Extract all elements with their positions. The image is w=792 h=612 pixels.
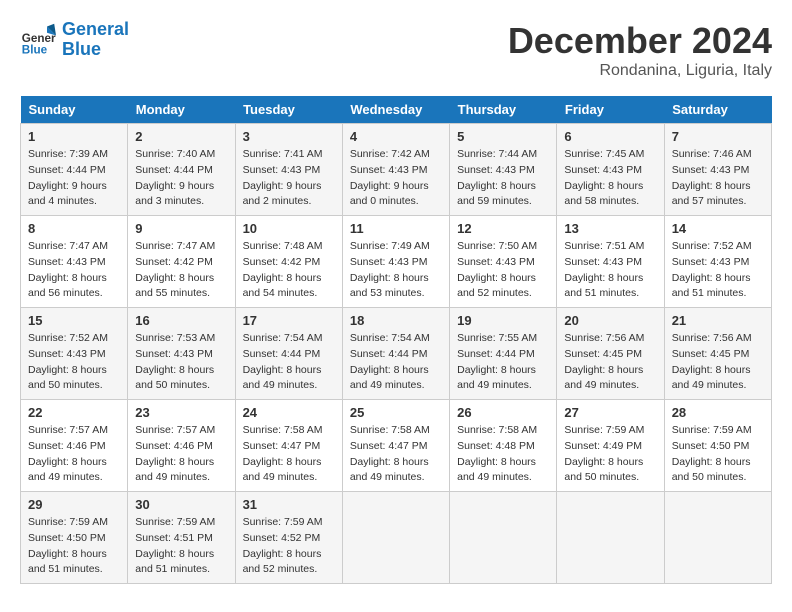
empty-cell <box>342 492 449 584</box>
calendar-day-2: 2 Sunrise: 7:40 AMSunset: 4:44 PMDayligh… <box>128 124 235 216</box>
calendar-day-16: 16 Sunrise: 7:53 AMSunset: 4:43 PMDaylig… <box>128 308 235 400</box>
calendar-day-22: 22 Sunrise: 7:57 AMSunset: 4:46 PMDaylig… <box>21 400 128 492</box>
col-thursday: Thursday <box>450 96 557 124</box>
col-tuesday: Tuesday <box>235 96 342 124</box>
calendar-week-3: 15 Sunrise: 7:52 AMSunset: 4:43 PMDaylig… <box>21 308 772 400</box>
calendar-day-3: 3 Sunrise: 7:41 AMSunset: 4:43 PMDayligh… <box>235 124 342 216</box>
calendar-day-28: 28 Sunrise: 7:59 AMSunset: 4:50 PMDaylig… <box>664 400 771 492</box>
calendar-day-20: 20 Sunrise: 7:56 AMSunset: 4:45 PMDaylig… <box>557 308 664 400</box>
calendar-week-5: 29 Sunrise: 7:59 AMSunset: 4:50 PMDaylig… <box>21 492 772 584</box>
calendar-day-29: 29 Sunrise: 7:59 AMSunset: 4:50 PMDaylig… <box>21 492 128 584</box>
calendar-day-10: 10 Sunrise: 7:48 AMSunset: 4:42 PMDaylig… <box>235 216 342 308</box>
calendar-day-4: 4 Sunrise: 7:42 AMSunset: 4:43 PMDayligh… <box>342 124 449 216</box>
calendar-day-21: 21 Sunrise: 7:56 AMSunset: 4:45 PMDaylig… <box>664 308 771 400</box>
calendar-day-24: 24 Sunrise: 7:58 AMSunset: 4:47 PMDaylig… <box>235 400 342 492</box>
location-title: Rondanina, Liguria, Italy <box>508 62 772 80</box>
calendar-day-26: 26 Sunrise: 7:58 AMSunset: 4:48 PMDaylig… <box>450 400 557 492</box>
calendar-day-5: 5 Sunrise: 7:44 AMSunset: 4:43 PMDayligh… <box>450 124 557 216</box>
calendar-day-31: 31 Sunrise: 7:59 AMSunset: 4:52 PMDaylig… <box>235 492 342 584</box>
col-saturday: Saturday <box>664 96 771 124</box>
calendar-day-7: 7 Sunrise: 7:46 AMSunset: 4:43 PMDayligh… <box>664 124 771 216</box>
col-sunday: Sunday <box>21 96 128 124</box>
calendar-day-12: 12 Sunrise: 7:50 AMSunset: 4:43 PMDaylig… <box>450 216 557 308</box>
calendar-day-23: 23 Sunrise: 7:57 AMSunset: 4:46 PMDaylig… <box>128 400 235 492</box>
calendar-day-30: 30 Sunrise: 7:59 AMSunset: 4:51 PMDaylig… <box>128 492 235 584</box>
calendar-day-25: 25 Sunrise: 7:58 AMSunset: 4:47 PMDaylig… <box>342 400 449 492</box>
calendar-week-1: 1 Sunrise: 7:39 AMSunset: 4:44 PMDayligh… <box>21 124 772 216</box>
header-row: Sunday Monday Tuesday Wednesday Thursday… <box>21 96 772 124</box>
calendar-day-11: 11 Sunrise: 7:49 AMSunset: 4:43 PMDaylig… <box>342 216 449 308</box>
calendar-day-18: 18 Sunrise: 7:54 AMSunset: 4:44 PMDaylig… <box>342 308 449 400</box>
col-wednesday: Wednesday <box>342 96 449 124</box>
logo-icon: General Blue <box>20 22 56 58</box>
header: General Blue GeneralBlue December 2024 R… <box>20 20 772 80</box>
calendar-day-15: 15 Sunrise: 7:52 AMSunset: 4:43 PMDaylig… <box>21 308 128 400</box>
calendar-week-4: 22 Sunrise: 7:57 AMSunset: 4:46 PMDaylig… <box>21 400 772 492</box>
month-title: December 2024 <box>508 20 772 62</box>
calendar-week-2: 8 Sunrise: 7:47 AMSunset: 4:43 PMDayligh… <box>21 216 772 308</box>
empty-cell <box>557 492 664 584</box>
logo-text: GeneralBlue <box>62 20 129 60</box>
calendar-day-14: 14 Sunrise: 7:52 AMSunset: 4:43 PMDaylig… <box>664 216 771 308</box>
calendar-day-9: 9 Sunrise: 7:47 AMSunset: 4:42 PMDayligh… <box>128 216 235 308</box>
svg-text:Blue: Blue <box>22 43 48 56</box>
empty-cell <box>664 492 771 584</box>
calendar-day-6: 6 Sunrise: 7:45 AMSunset: 4:43 PMDayligh… <box>557 124 664 216</box>
calendar-day-17: 17 Sunrise: 7:54 AMSunset: 4:44 PMDaylig… <box>235 308 342 400</box>
title-block: December 2024 Rondanina, Liguria, Italy <box>508 20 772 80</box>
calendar-day-1: 1 Sunrise: 7:39 AMSunset: 4:44 PMDayligh… <box>21 124 128 216</box>
col-friday: Friday <box>557 96 664 124</box>
calendar-day-27: 27 Sunrise: 7:59 AMSunset: 4:49 PMDaylig… <box>557 400 664 492</box>
calendar-table: Sunday Monday Tuesday Wednesday Thursday… <box>20 96 772 584</box>
col-monday: Monday <box>128 96 235 124</box>
calendar-day-19: 19 Sunrise: 7:55 AMSunset: 4:44 PMDaylig… <box>450 308 557 400</box>
calendar-day-13: 13 Sunrise: 7:51 AMSunset: 4:43 PMDaylig… <box>557 216 664 308</box>
logo: General Blue GeneralBlue <box>20 20 129 60</box>
empty-cell <box>450 492 557 584</box>
calendar-day-8: 8 Sunrise: 7:47 AMSunset: 4:43 PMDayligh… <box>21 216 128 308</box>
